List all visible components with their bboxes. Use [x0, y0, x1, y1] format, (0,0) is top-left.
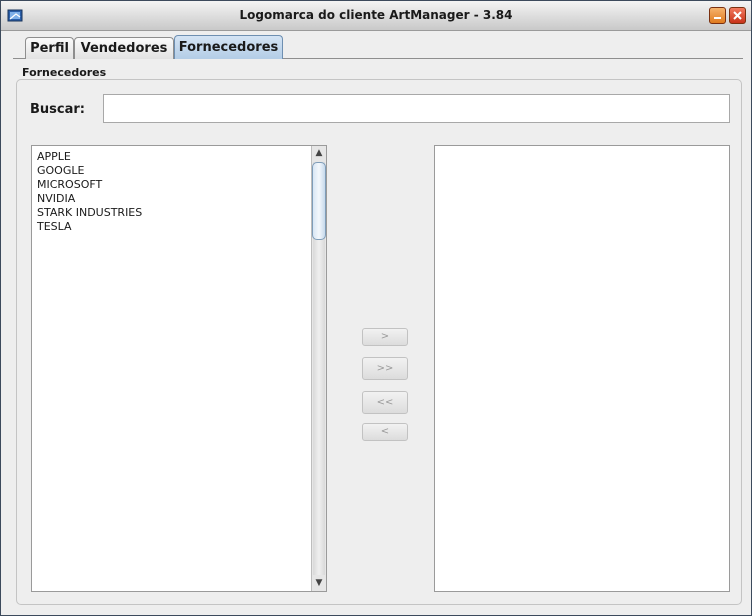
window-title: Logomarca do cliente ArtManager - 3.84 — [239, 8, 513, 22]
list-item[interactable]: GOOGLE — [37, 164, 142, 178]
tab-label: Vendedores — [80, 41, 168, 56]
list-item[interactable]: MICROSOFT — [37, 178, 142, 192]
add-all-button[interactable]: >> — [362, 357, 408, 380]
search-input[interactable] — [103, 94, 730, 123]
close-button[interactable] — [729, 7, 746, 24]
list-item[interactable]: STARK INDUSTRIES — [37, 206, 142, 220]
scroll-up-icon[interactable]: ▲ — [312, 146, 326, 161]
minimize-icon — [714, 17, 721, 19]
available-suppliers-list[interactable]: APPLE GOOGLE MICROSOFT NVIDIA STARK INDU… — [31, 145, 327, 592]
title-bar[interactable]: Logomarca do cliente ArtManager - 3.84 — [1, 1, 751, 31]
tab-vendedores[interactable]: Vendedores — [74, 37, 174, 59]
vertical-scrollbar[interactable]: ▲ ▼ — [311, 146, 326, 591]
tab-perfil[interactable]: Perfil — [25, 37, 74, 59]
add-one-button[interactable]: > — [362, 328, 408, 346]
list-item[interactable]: TESLA — [37, 220, 142, 234]
tab-fornecedores[interactable]: Fornecedores — [174, 35, 283, 59]
scroll-down-icon[interactable]: ▼ — [312, 576, 326, 591]
remove-one-button[interactable]: < — [362, 423, 408, 441]
search-label: Buscar: — [30, 102, 85, 117]
minimize-button[interactable] — [709, 7, 726, 24]
list-item[interactable]: NVIDIA — [37, 192, 142, 206]
app-window: Logomarca do cliente ArtManager - 3.84 P… — [0, 0, 752, 616]
list-item[interactable]: APPLE — [37, 150, 142, 164]
selected-suppliers-list[interactable] — [434, 145, 730, 592]
remove-all-button[interactable]: << — [362, 391, 408, 414]
tab-label: Fornecedores — [178, 40, 279, 55]
section-title: Fornecedores — [22, 66, 107, 79]
tab-label: Perfil — [30, 41, 69, 56]
close-icon — [733, 11, 742, 20]
available-list-items: APPLE GOOGLE MICROSOFT NVIDIA STARK INDU… — [37, 150, 142, 234]
scroll-thumb[interactable] — [312, 162, 326, 240]
